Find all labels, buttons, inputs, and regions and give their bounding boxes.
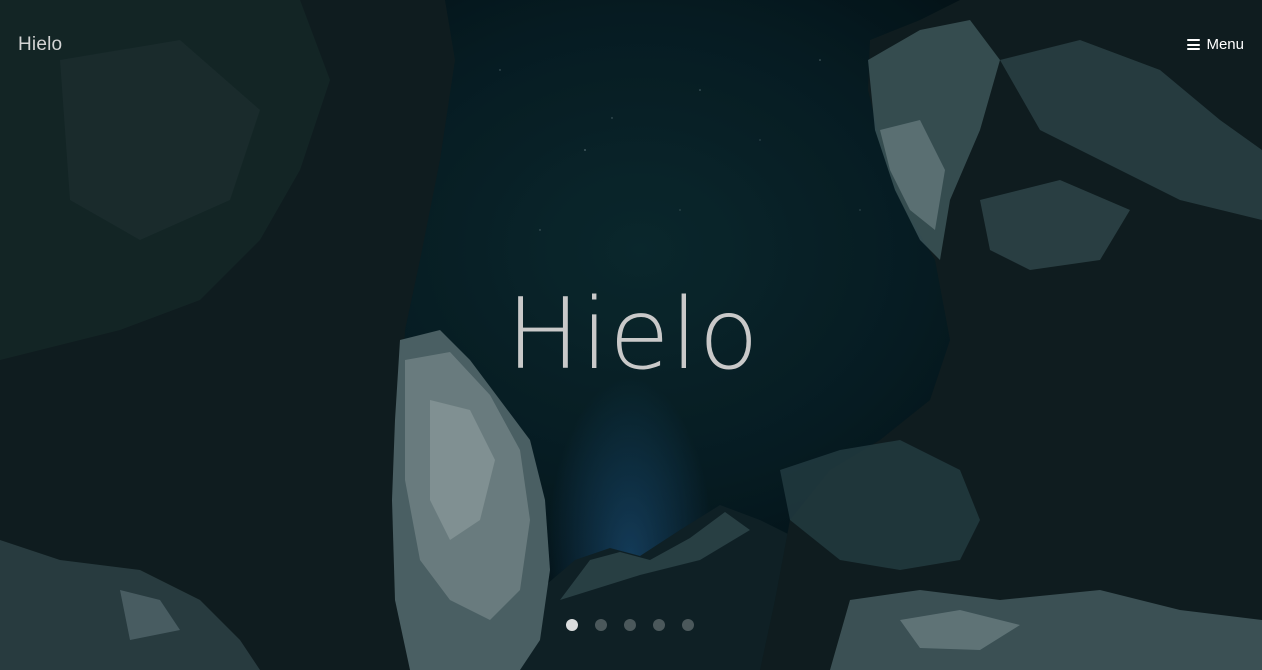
hero-title: Hielo [506, 278, 760, 392]
hamburger-icon [1187, 39, 1201, 50]
pager-dot-3[interactable] [624, 619, 636, 631]
slider-pager [566, 619, 694, 631]
site-header: Hielo Menu [0, 0, 1262, 90]
menu-button[interactable]: Menu [1187, 36, 1244, 53]
pager-dot-1[interactable] [566, 619, 578, 631]
pager-dot-2[interactable] [595, 619, 607, 631]
menu-label: Menu [1206, 36, 1244, 53]
hero-slider: Hielo [0, 0, 1262, 670]
site-logo[interactable]: Hielo [18, 34, 62, 56]
pager-dot-4[interactable] [653, 619, 665, 631]
pager-dot-5[interactable] [682, 619, 694, 631]
